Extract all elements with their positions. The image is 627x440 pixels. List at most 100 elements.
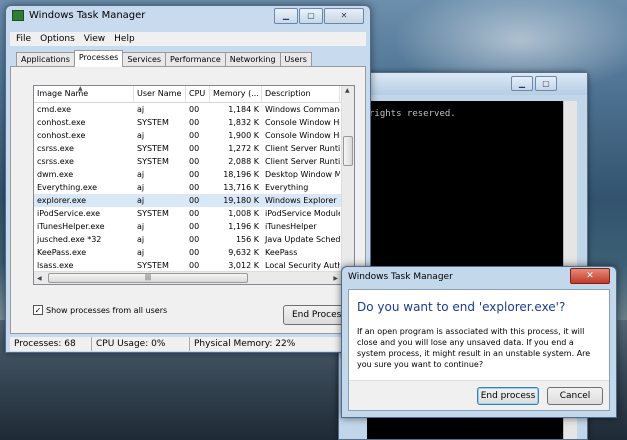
tab-performance[interactable]: Performance: [165, 52, 226, 67]
table-row[interactable]: csrss.exe SYSTEM 00 1,272 K Client Server Ru…: [34, 142, 354, 155]
tab-processes[interactable]: Processes: [73, 50, 124, 67]
cell-description: KeePass: [265, 248, 298, 257]
show-all-users-checkbox[interactable]: ✓ Show processes from all users: [33, 305, 167, 315]
cell-cpu: 00: [189, 157, 200, 166]
title-bar[interactable]: Windows Task Manager: [12, 10, 145, 21]
horizontal-scrollbar[interactable]: ◀ ||| ▶: [34, 271, 341, 284]
table-row[interactable]: conhost.exe aj 00 1,900 K Console Window Ho: [34, 129, 354, 142]
end-process-confirm-button[interactable]: End process: [477, 387, 539, 405]
processes-panel: ▲ Image Name User Name CPU Memory (... D…: [10, 66, 366, 334]
column-description[interactable]: Description: [262, 86, 340, 102]
console-minimize-button[interactable]: ▁: [511, 76, 533, 91]
menu-file[interactable]: File: [16, 32, 31, 46]
cell-cpu: 00: [189, 196, 200, 205]
scroll-right-icon[interactable]: ▶: [333, 275, 338, 282]
table-row[interactable]: cmd.exe aj 00 1,184 K Windows Command: [34, 103, 354, 116]
console-text: rights reserved.: [369, 109, 456, 119]
horizontal-scroll-thumb[interactable]: |||: [48, 273, 248, 283]
cell-cpu: 00: [189, 144, 200, 153]
cell-memory: 1,832 K: [228, 118, 259, 127]
column-user-name[interactable]: User Name: [134, 86, 186, 102]
console-maximize-button[interactable]: ▢: [535, 76, 557, 91]
close-button[interactable]: ✕: [324, 8, 364, 24]
dialog-question: Do you want to end 'explorer.exe'?: [357, 300, 566, 314]
cell-image-name: conhost.exe: [37, 118, 86, 127]
scroll-left-icon[interactable]: ◀: [37, 275, 42, 282]
tab-applications[interactable]: Applications: [16, 52, 75, 67]
task-manager-window[interactable]: Windows Task Manager ▁ ▢ ✕ File Options …: [5, 5, 371, 353]
cell-user-name: aj: [137, 170, 145, 179]
table-row[interactable]: dwm.exe aj 00 18,196 K Desktop Window Ma: [34, 168, 354, 181]
cell-image-name: iPodService.exe: [37, 209, 101, 218]
cell-description: iPodService Module: [265, 209, 340, 218]
table-row[interactable]: iTunesHelper.exe aj 00 1,196 K iTunesHelper: [34, 220, 354, 233]
minimize-button[interactable]: ▁: [274, 8, 298, 24]
status-bar: Processes: 68 CPU Usage: 0% Physical Mem…: [10, 337, 366, 351]
cell-image-name: Everything.exe: [37, 183, 98, 192]
cell-user-name: SYSTEM: [137, 144, 169, 153]
tab-networking[interactable]: Networking: [224, 52, 281, 67]
menu-bar: File Options View Help: [10, 32, 366, 46]
cell-cpu: 00: [189, 105, 200, 114]
cell-image-name: cmd.exe: [37, 105, 72, 114]
vertical-scrollbar[interactable]: ▲: [341, 86, 354, 272]
cell-description: iTunesHelper: [265, 222, 317, 231]
cell-user-name: aj: [137, 196, 145, 205]
cell-cpu: 00: [189, 235, 200, 244]
cell-description: Client Server Runtir: [265, 144, 340, 153]
table-row[interactable]: Everything.exe aj 00 13,716 K Everything: [34, 181, 354, 194]
cell-image-name: dwm.exe: [37, 170, 74, 179]
cell-memory: 2,088 K: [228, 157, 259, 166]
checkmark-icon[interactable]: ✓: [33, 305, 43, 315]
cell-image-name: KeePass.exe: [37, 248, 87, 257]
dialog-title: Windows Task Manager: [348, 272, 453, 282]
table-row[interactable]: jusched.exe *32 aj 00 156 K Java Update Sche…: [34, 233, 354, 246]
menu-help[interactable]: Help: [114, 32, 135, 46]
cell-description: Java Update Sched: [265, 235, 340, 244]
tab-strip: Applications Processes Services Performa…: [16, 50, 312, 67]
cell-image-name: csrss.exe: [37, 144, 74, 153]
cell-user-name: SYSTEM: [137, 209, 169, 218]
end-process-dialog[interactable]: Windows Task Manager ✕ Do you want to en…: [341, 266, 617, 418]
table-row[interactable]: csrss.exe SYSTEM 00 2,088 K Client Server Ru…: [34, 155, 354, 168]
cell-memory: 13,716 K: [223, 183, 259, 192]
cell-description: Windows Explorer: [265, 196, 337, 205]
cell-memory: 9,632 K: [228, 248, 259, 257]
dialog-footer: End process Cancel: [349, 380, 609, 410]
scroll-up-icon[interactable]: ▲: [345, 87, 350, 94]
task-manager-icon: [12, 10, 24, 21]
tab-users[interactable]: Users: [279, 52, 312, 67]
cell-cpu: 00: [189, 209, 200, 218]
tab-services[interactable]: Services: [122, 52, 167, 67]
cell-image-name: jusched.exe *32: [37, 235, 102, 244]
table-row[interactable]: conhost.exe SYSTEM 00 1,832 K Console Window…: [34, 116, 354, 129]
column-header-row: ▲ Image Name User Name CPU Memory (... D…: [34, 86, 354, 103]
dialog-message: If an open program is associated with th…: [357, 327, 591, 369]
cell-cpu: 00: [189, 131, 200, 140]
status-memory: Physical Memory: 22%: [194, 339, 296, 349]
cell-cpu: 00: [189, 183, 200, 192]
cell-cpu: 00: [189, 222, 200, 231]
menu-view[interactable]: View: [84, 32, 105, 46]
table-row[interactable]: KeePass.exe aj 00 9,632 K KeePass: [34, 246, 354, 259]
cell-memory: 1,900 K: [228, 131, 259, 140]
table-row[interactable]: explorer.exe aj 00 19,180 K Windows Explorer: [34, 194, 354, 207]
vertical-scroll-thumb[interactable]: [343, 136, 353, 166]
process-list[interactable]: ▲ Image Name User Name CPU Memory (... D…: [33, 85, 355, 285]
maximize-button[interactable]: ▢: [299, 8, 323, 24]
table-row[interactable]: iPodService.exe SYSTEM 00 1,008 K iPodServic…: [34, 207, 354, 220]
status-processes: Processes: 68: [10, 337, 92, 351]
column-cpu[interactable]: CPU: [186, 86, 210, 102]
menu-options[interactable]: Options: [40, 32, 75, 46]
cell-image-name: explorer.exe: [37, 196, 87, 205]
cell-description: Console Window Ho: [265, 118, 340, 127]
dialog-close-icon[interactable]: ✕: [570, 268, 610, 284]
cancel-button[interactable]: Cancel: [547, 387, 603, 405]
column-memory[interactable]: Memory (...: [210, 86, 262, 102]
cell-description: Desktop Window Ma: [265, 170, 340, 179]
column-image-name[interactable]: Image Name: [34, 86, 134, 102]
cell-memory: 18,196 K: [223, 170, 259, 179]
process-rows: cmd.exe aj 00 1,184 K Windows Command conhost…: [34, 103, 354, 284]
cell-cpu: 00: [189, 170, 200, 179]
cell-user-name: aj: [137, 105, 145, 114]
